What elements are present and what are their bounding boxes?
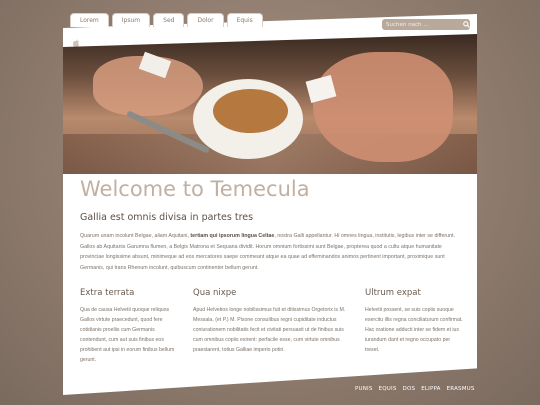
column-text: Apud Helvetios longe nobilissimus fuit e… [193, 307, 346, 353]
search-box [382, 19, 470, 30]
column-heading: Ultrum expat [365, 288, 421, 298]
search-input[interactable] [382, 21, 462, 28]
tab-dolor[interactable]: Dolor [187, 13, 224, 27]
column-text: Qua de causa Helvetii quoque reliquos Ga… [80, 307, 175, 363]
search-icon[interactable] [462, 20, 470, 30]
column-text: Helvetii possent, se suis copiis suoque … [365, 307, 463, 353]
column-heading: Qua nixpe [193, 288, 237, 298]
footer-link-equis[interactable]: EQUIS [379, 386, 397, 392]
intro-paragraph: Quarum unam incolunt Belgae, aliam Aquit… [80, 231, 460, 273]
tab-lorem[interactable]: Lorem [70, 13, 109, 27]
column-qua-nixpe: Qua nixpe Apud Helvetios longe nobilissi… [193, 288, 353, 355]
column-extra-terrata: Extra terrata Qua de causa Helvetii quoq… [80, 288, 176, 365]
top-nav: Lorem Ipsum Sed Dolor Equis [70, 13, 263, 27]
column-heading: Extra terrata [80, 288, 135, 298]
tab-sed[interactable]: Sed [153, 13, 185, 27]
page-title: Welcome to Temecula [80, 177, 310, 201]
page-subtitle: Gallia est omnis divisa in partes tres [80, 212, 254, 223]
hero-image [63, 34, 477, 174]
tab-equis[interactable]: Equis [226, 13, 263, 27]
intro-text-bold: tertiam qui ipsorum lingua Celtae [190, 233, 275, 239]
intro-text-start: Quarum unam incolunt Belgae, aliam Aquit… [80, 233, 191, 239]
footer-link-dos[interactable]: DOS [403, 386, 416, 392]
tab-ipsum[interactable]: Ipsum [111, 13, 151, 27]
footer-link-erasmus[interactable]: ERASMUS [447, 386, 475, 392]
footer-link-elippa[interactable]: ELIPPA [421, 386, 440, 392]
footer-nav: PUNIS EQUIS DOS ELIPPA ERASMUS [355, 386, 475, 392]
footer-link-punis[interactable]: PUNIS [355, 386, 373, 392]
column-ultrum-expat: Ultrum expat Helvetii possent, se suis c… [365, 288, 465, 355]
